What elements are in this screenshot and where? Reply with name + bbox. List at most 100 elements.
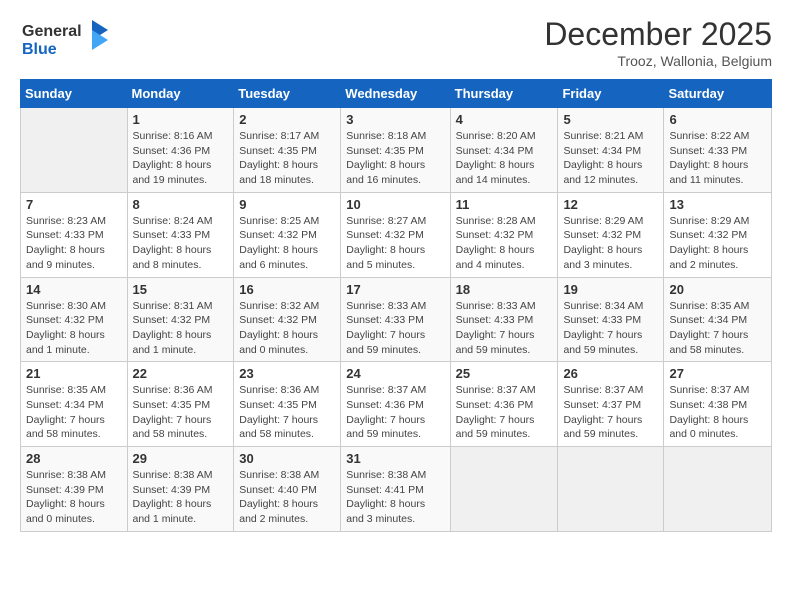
calendar-cell: 22 Sunrise: 8:36 AMSunset: 4:35 PMDayligh… xyxy=(127,362,234,447)
day-info: Sunrise: 8:37 AMSunset: 4:38 PMDaylight:… xyxy=(669,383,766,442)
day-info: Sunrise: 8:32 AMSunset: 4:32 PMDaylight:… xyxy=(239,299,335,358)
day-number: 28 xyxy=(26,451,122,466)
day-number: 30 xyxy=(239,451,335,466)
day-number: 19 xyxy=(563,282,658,297)
day-info: Sunrise: 8:28 AMSunset: 4:32 PMDaylight:… xyxy=(456,214,553,273)
day-number: 11 xyxy=(456,197,553,212)
day-number: 8 xyxy=(133,197,229,212)
header: General Blue December 2025 Trooz, Wallon… xyxy=(20,16,772,69)
day-info: Sunrise: 8:18 AMSunset: 4:35 PMDaylight:… xyxy=(346,129,444,188)
calendar-cell: 1 Sunrise: 8:16 AMSunset: 4:36 PMDaylight… xyxy=(127,108,234,193)
weekday-header-friday: Friday xyxy=(558,80,664,108)
week-row-1: 1 Sunrise: 8:16 AMSunset: 4:36 PMDaylight… xyxy=(21,108,772,193)
day-info: Sunrise: 8:35 AMSunset: 4:34 PMDaylight:… xyxy=(26,383,122,442)
day-number: 31 xyxy=(346,451,444,466)
week-row-4: 21 Sunrise: 8:35 AMSunset: 4:34 PMDayligh… xyxy=(21,362,772,447)
calendar-cell: 2 Sunrise: 8:17 AMSunset: 4:35 PMDaylight… xyxy=(234,108,341,193)
day-number: 21 xyxy=(26,366,122,381)
calendar-cell xyxy=(21,108,128,193)
weekday-header-wednesday: Wednesday xyxy=(341,80,450,108)
day-number: 16 xyxy=(239,282,335,297)
day-info: Sunrise: 8:20 AMSunset: 4:34 PMDaylight:… xyxy=(456,129,553,188)
calendar-cell xyxy=(664,447,772,532)
day-info: Sunrise: 8:37 AMSunset: 4:36 PMDaylight:… xyxy=(456,383,553,442)
day-info: Sunrise: 8:37 AMSunset: 4:36 PMDaylight:… xyxy=(346,383,444,442)
day-number: 25 xyxy=(456,366,553,381)
calendar-cell: 16 Sunrise: 8:32 AMSunset: 4:32 PMDayligh… xyxy=(234,277,341,362)
day-number: 7 xyxy=(26,197,122,212)
day-info: Sunrise: 8:37 AMSunset: 4:37 PMDaylight:… xyxy=(563,383,658,442)
day-number: 23 xyxy=(239,366,335,381)
week-row-2: 7 Sunrise: 8:23 AMSunset: 4:33 PMDaylight… xyxy=(21,192,772,277)
calendar-cell: 12Sunrise: 8:29 AMSunset: 4:32 PMDayligh… xyxy=(558,192,664,277)
calendar-cell: 15 Sunrise: 8:31 AMSunset: 4:32 PMDayligh… xyxy=(127,277,234,362)
weekday-header-thursday: Thursday xyxy=(450,80,558,108)
day-info: Sunrise: 8:23 AMSunset: 4:33 PMDaylight:… xyxy=(26,214,122,273)
calendar-cell: 24 Sunrise: 8:37 AMSunset: 4:36 PMDayligh… xyxy=(341,362,450,447)
calendar-cell: 4Sunrise: 8:20 AMSunset: 4:34 PMDaylight… xyxy=(450,108,558,193)
calendar-cell: 17 Sunrise: 8:33 AMSunset: 4:33 PMDayligh… xyxy=(341,277,450,362)
day-info: Sunrise: 8:22 AMSunset: 4:33 PMDaylight:… xyxy=(669,129,766,188)
calendar-cell: 14Sunrise: 8:30 AMSunset: 4:32 PMDayligh… xyxy=(21,277,128,362)
day-info: Sunrise: 8:30 AMSunset: 4:32 PMDaylight:… xyxy=(26,299,122,358)
calendar-cell: 20Sunrise: 8:35 AMSunset: 4:34 PMDayligh… xyxy=(664,277,772,362)
calendar-cell: 26Sunrise: 8:37 AMSunset: 4:37 PMDayligh… xyxy=(558,362,664,447)
day-info: Sunrise: 8:33 AMSunset: 4:33 PMDaylight:… xyxy=(346,299,444,358)
calendar-cell: 7 Sunrise: 8:23 AMSunset: 4:33 PMDaylight… xyxy=(21,192,128,277)
weekday-header-tuesday: Tuesday xyxy=(234,80,341,108)
calendar-table: SundayMondayTuesdayWednesdayThursdayFrid… xyxy=(20,79,772,532)
day-number: 3 xyxy=(346,112,444,127)
day-info: Sunrise: 8:36 AMSunset: 4:35 PMDaylight:… xyxy=(133,383,229,442)
calendar-cell: 31 Sunrise: 8:38 AMSunset: 4:41 PMDayligh… xyxy=(341,447,450,532)
calendar-cell: 23 Sunrise: 8:36 AMSunset: 4:35 PMDayligh… xyxy=(234,362,341,447)
day-number: 13 xyxy=(669,197,766,212)
calendar-cell: 25 Sunrise: 8:37 AMSunset: 4:36 PMDayligh… xyxy=(450,362,558,447)
calendar-cell: 18 Sunrise: 8:33 AMSunset: 4:33 PMDayligh… xyxy=(450,277,558,362)
day-number: 27 xyxy=(669,366,766,381)
day-number: 24 xyxy=(346,366,444,381)
weekday-header-row: SundayMondayTuesdayWednesdayThursdayFrid… xyxy=(21,80,772,108)
day-info: Sunrise: 8:36 AMSunset: 4:35 PMDaylight:… xyxy=(239,383,335,442)
day-number: 5 xyxy=(563,112,658,127)
calendar-cell: 28 Sunrise: 8:38 AMSunset: 4:39 PMDayligh… xyxy=(21,447,128,532)
day-info: Sunrise: 8:38 AMSunset: 4:39 PMDaylight:… xyxy=(26,468,122,527)
page: General Blue December 2025 Trooz, Wallon… xyxy=(0,0,792,612)
day-info: Sunrise: 8:34 AMSunset: 4:33 PMDaylight:… xyxy=(563,299,658,358)
calendar-cell: 9 Sunrise: 8:25 AMSunset: 4:32 PMDaylight… xyxy=(234,192,341,277)
calendar-cell: 8Sunrise: 8:24 AMSunset: 4:33 PMDaylight… xyxy=(127,192,234,277)
week-row-3: 14Sunrise: 8:30 AMSunset: 4:32 PMDayligh… xyxy=(21,277,772,362)
calendar-cell: 21 Sunrise: 8:35 AMSunset: 4:34 PMDayligh… xyxy=(21,362,128,447)
day-info: Sunrise: 8:25 AMSunset: 4:32 PMDaylight:… xyxy=(239,214,335,273)
logo: General Blue xyxy=(20,16,110,65)
day-number: 10 xyxy=(346,197,444,212)
day-number: 9 xyxy=(239,197,335,212)
weekday-header-sunday: Sunday xyxy=(21,80,128,108)
day-info: Sunrise: 8:38 AMSunset: 4:40 PMDaylight:… xyxy=(239,468,335,527)
day-number: 18 xyxy=(456,282,553,297)
day-info: Sunrise: 8:33 AMSunset: 4:33 PMDaylight:… xyxy=(456,299,553,358)
day-number: 2 xyxy=(239,112,335,127)
day-number: 29 xyxy=(133,451,229,466)
calendar-cell: 11 Sunrise: 8:28 AMSunset: 4:32 PMDayligh… xyxy=(450,192,558,277)
day-info: Sunrise: 8:27 AMSunset: 4:32 PMDaylight:… xyxy=(346,214,444,273)
calendar-cell: 30 Sunrise: 8:38 AMSunset: 4:40 PMDayligh… xyxy=(234,447,341,532)
day-info: Sunrise: 8:29 AMSunset: 4:32 PMDaylight:… xyxy=(669,214,766,273)
calendar-cell xyxy=(558,447,664,532)
day-info: Sunrise: 8:16 AMSunset: 4:36 PMDaylight:… xyxy=(133,129,229,188)
day-number: 15 xyxy=(133,282,229,297)
day-info: Sunrise: 8:21 AMSunset: 4:34 PMDaylight:… xyxy=(563,129,658,188)
day-info: Sunrise: 8:31 AMSunset: 4:32 PMDaylight:… xyxy=(133,299,229,358)
calendar-cell: 5 Sunrise: 8:21 AMSunset: 4:34 PMDaylight… xyxy=(558,108,664,193)
day-number: 17 xyxy=(346,282,444,297)
calendar-cell: 10 Sunrise: 8:27 AMSunset: 4:32 PMDayligh… xyxy=(341,192,450,277)
day-info: Sunrise: 8:17 AMSunset: 4:35 PMDaylight:… xyxy=(239,129,335,188)
day-number: 1 xyxy=(133,112,229,127)
day-number: 22 xyxy=(133,366,229,381)
day-number: 20 xyxy=(669,282,766,297)
day-info: Sunrise: 8:38 AMSunset: 4:41 PMDaylight:… xyxy=(346,468,444,527)
calendar-cell: 19 Sunrise: 8:34 AMSunset: 4:33 PMDayligh… xyxy=(558,277,664,362)
svg-text:General: General xyxy=(22,23,82,40)
calendar-cell: 29Sunrise: 8:38 AMSunset: 4:39 PMDayligh… xyxy=(127,447,234,532)
weekday-header-saturday: Saturday xyxy=(664,80,772,108)
calendar-cell: 27 Sunrise: 8:37 AMSunset: 4:38 PMDayligh… xyxy=(664,362,772,447)
